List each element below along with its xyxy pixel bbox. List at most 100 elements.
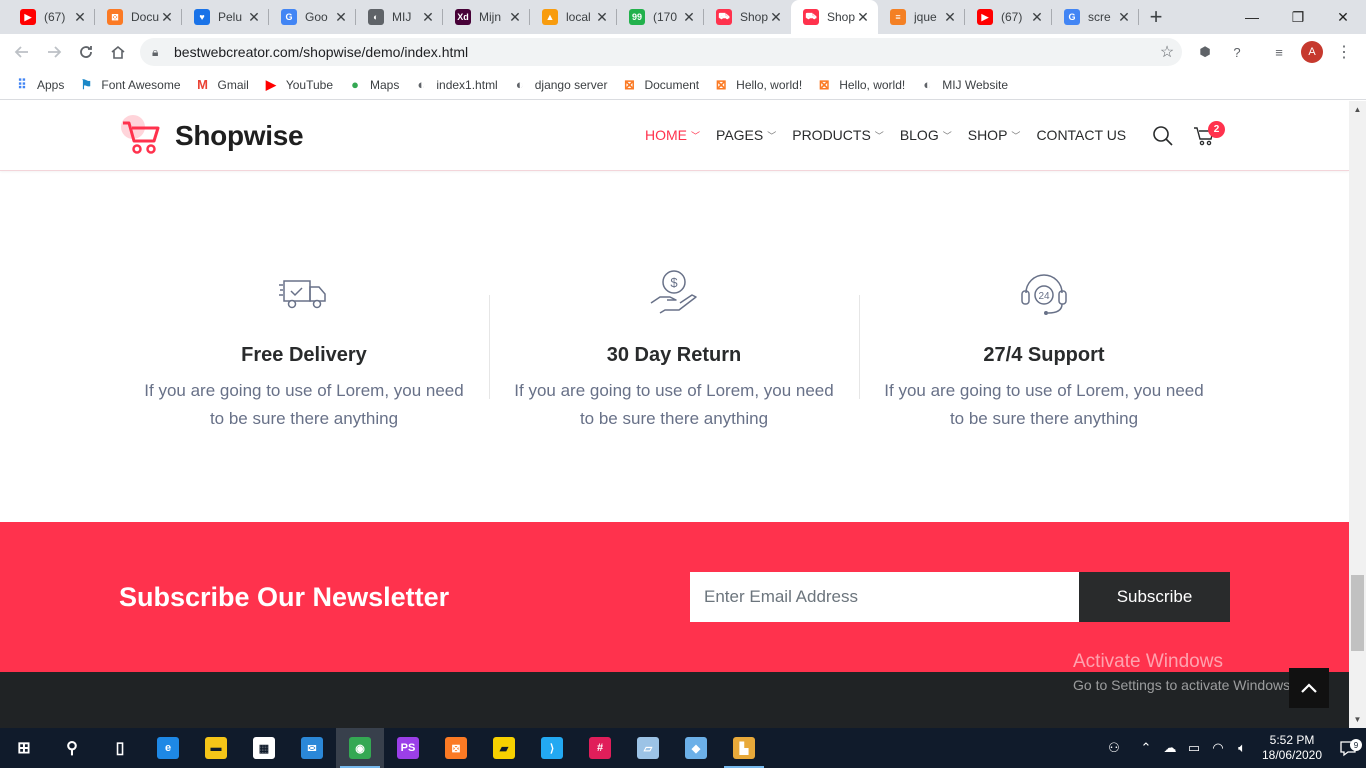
- browser-tab[interactable]: Gscre ✕: [1052, 0, 1139, 34]
- taskbar-mail[interactable]: ✉: [288, 728, 336, 768]
- close-tab-icon[interactable]: ✕: [1030, 10, 1044, 24]
- bookmark-star-icon[interactable]: ☆: [1152, 42, 1182, 62]
- browser-tab[interactable]: ▲ local ✕: [530, 0, 617, 34]
- browser-tab[interactable]: ⊠ Docu ✕: [95, 0, 182, 34]
- browser-tab[interactable]: 99 (170 ✕: [617, 0, 704, 34]
- page-scrollbar[interactable]: ▲ ▼: [1349, 101, 1366, 728]
- close-tab-icon[interactable]: ✕: [595, 10, 609, 24]
- taskbar-file-explorer[interactable]: ▬: [192, 728, 240, 768]
- feature-text: If you are going to use of Lorem, you ne…: [514, 381, 834, 428]
- taskbar-chrome[interactable]: ◉: [336, 728, 384, 768]
- taskbar-search[interactable]: ⚲: [48, 728, 96, 768]
- browser-tab[interactable]: ⛟ Shop ✕: [704, 0, 791, 34]
- address-bar[interactable]: 🔒︎ bestwebcreator.com/shopwise/demo/inde…: [140, 38, 1182, 66]
- bookmark-item[interactable]: ⚑ Font Awesome: [78, 77, 181, 93]
- nav-item-shop[interactable]: SHOP ﹀: [968, 127, 1021, 143]
- bookmark-item[interactable]: ⊠ Document: [621, 77, 699, 93]
- restore-button[interactable]: ❐: [1275, 0, 1321, 34]
- browser-tab[interactable]: G Goo ✕: [269, 0, 356, 34]
- task-view-icon: ▯: [115, 740, 125, 757]
- bookmark-item[interactable]: ◐ index1.html: [413, 77, 497, 93]
- bookmark-item[interactable]: ⊠ Hello, world!: [816, 77, 905, 93]
- action-center-button[interactable]: 9: [1330, 739, 1366, 757]
- taskbar-store[interactable]: ▦: [240, 728, 288, 768]
- scroll-to-top-button[interactable]: [1289, 668, 1329, 708]
- svg-text:$: $: [670, 275, 678, 290]
- bookmark-item[interactable]: M Gmail: [195, 77, 249, 93]
- nav-item-blog[interactable]: BLOG ﹀: [900, 127, 952, 143]
- profile-avatar[interactable]: A: [1301, 41, 1323, 63]
- wifi-icon[interactable]: ◠: [1206, 740, 1230, 756]
- nav-item-pages[interactable]: PAGES ﹀: [716, 127, 776, 143]
- bookmark-item[interactable]: ◐ MIJ Website: [919, 77, 1008, 93]
- headset-24-icon: 24: [1021, 274, 1067, 315]
- phpstorm-icon: PS: [397, 737, 419, 759]
- extension-cube-icon[interactable]: ⬢: [1193, 40, 1217, 64]
- close-tab-icon[interactable]: ✕: [160, 10, 174, 24]
- close-tab-icon[interactable]: ✕: [1117, 10, 1131, 24]
- taskbar-git[interactable]: ◆: [672, 728, 720, 768]
- minimize-button[interactable]: —: [1229, 0, 1275, 34]
- taskbar-folder-app[interactable]: ▙: [720, 728, 768, 768]
- taskbar-tablet-app[interactable]: ▱: [624, 728, 672, 768]
- taskbar-sticky-notes[interactable]: ▰: [480, 728, 528, 768]
- browser-tab[interactable]: ♥ Pelu ✕: [182, 0, 269, 34]
- bookmark-item[interactable]: ⠿ Apps: [14, 77, 64, 93]
- people-icon[interactable]: ⚇: [1102, 740, 1126, 756]
- forward-button[interactable]: [38, 36, 70, 68]
- close-tab-icon[interactable]: ✕: [856, 10, 870, 24]
- email-input[interactable]: [690, 572, 1079, 622]
- close-window-button[interactable]: ✕: [1320, 0, 1366, 34]
- scrollbar-thumb[interactable]: [1351, 575, 1364, 651]
- close-tab-icon[interactable]: ✕: [508, 10, 522, 24]
- close-tab-icon[interactable]: ✕: [943, 10, 957, 24]
- scroll-down-arrow-icon[interactable]: ▼: [1349, 711, 1366, 728]
- taskbar-xampp[interactable]: ⊠: [432, 728, 480, 768]
- browser-tab[interactable]: ≡ jque ✕: [878, 0, 965, 34]
- bookmark-item[interactable]: ⊠ Hello, world!: [713, 77, 802, 93]
- browser-tab[interactable]: ▶ (67) ✕: [965, 0, 1052, 34]
- taskbar-vscode[interactable]: ⟩: [528, 728, 576, 768]
- browser-tab[interactable]: ⛟ Shop ✕: [791, 0, 878, 34]
- close-tab-icon[interactable]: ✕: [682, 10, 696, 24]
- search-icon[interactable]: [1152, 125, 1174, 147]
- new-tab-button[interactable]: +: [1139, 0, 1173, 34]
- nav-item-contact-us[interactable]: CONTACT US: [1036, 127, 1126, 143]
- close-tab-icon[interactable]: ✕: [334, 10, 348, 24]
- folder-app-icon: ▙: [733, 737, 755, 759]
- scroll-up-arrow-icon[interactable]: ▲: [1349, 101, 1366, 118]
- start-button[interactable]: ⊞: [0, 728, 48, 768]
- bookmark-label: Gmail: [217, 77, 249, 92]
- taskbar-phpstorm[interactable]: PS: [384, 728, 432, 768]
- menu-kebab-icon[interactable]: ⋮: [1332, 40, 1356, 64]
- back-button[interactable]: [6, 36, 38, 68]
- chevron-up-icon[interactable]: ⌃: [1134, 740, 1158, 756]
- bookmark-item[interactable]: ◐ django server: [512, 77, 608, 93]
- home-button[interactable]: [102, 36, 134, 68]
- close-tab-icon[interactable]: ✕: [769, 10, 783, 24]
- subscribe-button[interactable]: Subscribe: [1079, 572, 1230, 622]
- media-control-icon[interactable]: ≡: [1267, 40, 1291, 64]
- browser-tab[interactable]: Xd Mijn ✕: [443, 0, 530, 34]
- nav-item-home[interactable]: HOME ﹀: [645, 127, 700, 143]
- volume-icon[interactable]: 🔈︎: [1230, 740, 1254, 756]
- google-icon: G: [1064, 9, 1080, 25]
- close-tab-icon[interactable]: ✕: [73, 10, 87, 24]
- extension-help-icon[interactable]: ?: [1225, 40, 1249, 64]
- browser-tab[interactable]: ▶ (67) ✕: [8, 0, 95, 34]
- bookmark-item[interactable]: ▶ YouTube: [263, 77, 333, 93]
- reload-button[interactable]: [70, 36, 102, 68]
- site-logo[interactable]: Shopwise: [119, 113, 304, 159]
- taskbar-slack[interactable]: #: [576, 728, 624, 768]
- close-tab-icon[interactable]: ✕: [421, 10, 435, 24]
- bookmark-item[interactable]: ● Maps: [347, 77, 399, 93]
- taskbar-task-view[interactable]: ▯: [96, 728, 144, 768]
- battery-icon[interactable]: ▭: [1182, 740, 1206, 756]
- close-tab-icon[interactable]: ✕: [247, 10, 261, 24]
- browser-tab[interactable]: ◐ MIJ ✕: [356, 0, 443, 34]
- nav-item-products[interactable]: PRODUCTS ﹀: [792, 127, 884, 143]
- clock[interactable]: 5:52 PM 18/06/2020: [1254, 733, 1330, 763]
- watermark-subtitle: Go to Settings to activate Windows.: [1073, 677, 1294, 693]
- taskbar-edge[interactable]: e: [144, 728, 192, 768]
- onedrive-cloud-icon[interactable]: ☁: [1158, 740, 1182, 756]
